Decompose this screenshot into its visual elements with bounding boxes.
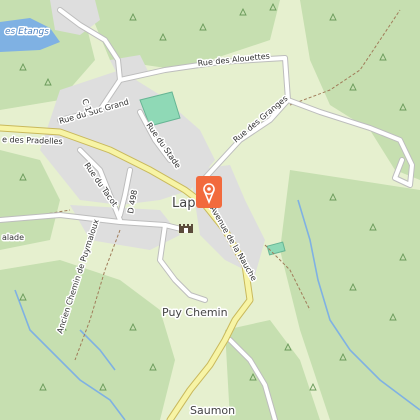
- location-pin-icon[interactable]: [196, 176, 222, 208]
- map-view[interactable]: es Etangs Rue des Alouettes Rue du Suc G…: [0, 0, 420, 420]
- path-label-balade: alade: [2, 233, 24, 242]
- place-label-saumon: Saumon: [190, 404, 235, 417]
- town-label: Lap: [172, 196, 195, 211]
- lake-label: es Etangs: [5, 27, 49, 37]
- map-canvas: es Etangs Rue des Alouettes Rue du Suc G…: [0, 0, 420, 420]
- place-label-puy-chemin: Puy Chemin: [162, 306, 228, 319]
